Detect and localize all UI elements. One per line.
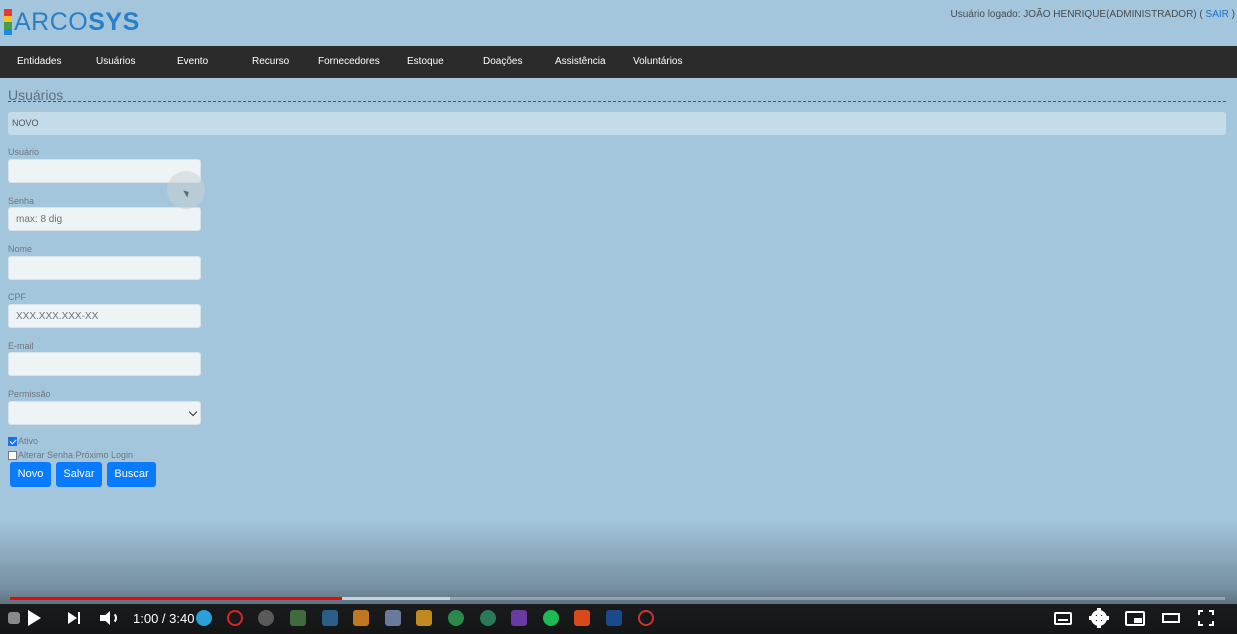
- senha-label: Senha: [8, 196, 35, 206]
- chrome-icon: [258, 610, 274, 626]
- salvar-button[interactable]: Salvar: [56, 462, 102, 487]
- cpf-input[interactable]: [8, 304, 201, 328]
- alterar-senha-label: Alterar Senha Próximo Login: [18, 450, 134, 460]
- nome-input[interactable]: [8, 256, 201, 280]
- ativo-label: Ativo: [18, 436, 39, 446]
- fullscreen-button[interactable]: [1196, 604, 1216, 632]
- ativo-checkbox-row[interactable]: Ativo: [8, 436, 38, 446]
- nav-item-usuarios[interactable]: Usuários: [96, 46, 135, 78]
- volume-icon: [99, 609, 119, 627]
- email-label: E-mail: [8, 341, 34, 351]
- logged-user-close: ): [1231, 9, 1235, 20]
- app-icon-6: [448, 610, 464, 626]
- gear-icon: [1089, 608, 1109, 628]
- nome-label: Nome: [8, 244, 33, 254]
- progress-played: [10, 597, 342, 600]
- form-mode-label: NOVO: [12, 118, 39, 128]
- senha-input[interactable]: [8, 207, 201, 231]
- theater-icon: [1162, 613, 1180, 623]
- nav-item-estoque[interactable]: Estoque: [407, 46, 444, 78]
- office-icon: [574, 610, 590, 626]
- nav-item-doacoes[interactable]: Doações: [483, 46, 522, 78]
- permissao-select[interactable]: [8, 401, 201, 425]
- nav-item-recurso[interactable]: Recurso: [252, 46, 289, 78]
- mute-button[interactable]: [97, 604, 121, 632]
- theater-mode-button[interactable]: [1160, 604, 1182, 632]
- miniplayer-icon: [1125, 610, 1145, 626]
- app-icon-5: [416, 610, 432, 626]
- captions-button[interactable]: [1052, 604, 1074, 632]
- logged-user-info: Usuário logado: JOÃO HENRIQUE(ADMINISTRA…: [950, 9, 1235, 20]
- next-button[interactable]: [64, 604, 84, 632]
- play-button[interactable]: [24, 604, 44, 632]
- chevron-down-icon: [188, 407, 198, 417]
- fullscreen-icon: [1198, 610, 1214, 626]
- miniplayer-button[interactable]: [1123, 604, 1147, 632]
- app-icon-7: [480, 610, 496, 626]
- title-divider: [8, 101, 1226, 102]
- alterar-senha-checkbox[interactable]: [8, 450, 17, 460]
- app-icon-3: [353, 610, 369, 626]
- spotify-icon: [543, 610, 559, 626]
- app-logo[interactable]: ARCO SYS: [4, 8, 140, 36]
- time-display: 1:00 / 3:40: [133, 611, 195, 626]
- windows-start-icon: [8, 612, 20, 624]
- captions-icon: [1054, 611, 1072, 625]
- app-icon-1: [290, 610, 306, 626]
- nav-item-entidades[interactable]: Entidades: [17, 46, 61, 78]
- logo-mark-icon: [4, 9, 12, 35]
- logged-user-label: Usuário logado: JOÃO HENRIQUE(ADMINISTRA…: [950, 9, 1203, 20]
- email-input[interactable]: [8, 352, 201, 376]
- alterar-senha-checkbox-row[interactable]: Alterar Senha Próximo Login: [8, 450, 133, 460]
- permissao-label: Permissão: [8, 389, 51, 399]
- nav-item-fornecedores[interactable]: Fornecedores: [318, 46, 380, 78]
- header: ARCO SYS Usuário logado: JOÃO HENRIQUE(AD…: [0, 0, 1237, 46]
- next-icon: [68, 612, 80, 624]
- usuario-label: Usuário: [8, 147, 40, 157]
- nav-item-assistencia[interactable]: Assistência: [555, 46, 606, 78]
- edge-browser-icon: [196, 610, 212, 626]
- record-icon: [638, 610, 654, 626]
- form-mode-bar: NOVO: [8, 112, 1226, 135]
- visual-studio-icon: [511, 610, 527, 626]
- app-icon-8: [606, 610, 622, 626]
- settings-button[interactable]: [1089, 604, 1109, 632]
- logo-text-suffix: SYS: [88, 8, 140, 36]
- ativo-checkbox[interactable]: [8, 436, 17, 446]
- logout-link[interactable]: SAIR: [1206, 9, 1229, 20]
- opera-icon: [227, 610, 243, 626]
- app-icon-4: [385, 610, 401, 626]
- logo-text-prefix: ARCO: [14, 8, 89, 36]
- nav-item-voluntarios[interactable]: Voluntários: [633, 46, 682, 78]
- play-icon: [27, 610, 41, 626]
- novo-button[interactable]: Novo: [10, 462, 51, 487]
- app-icon-2: [322, 610, 338, 626]
- video-progress-bar[interactable]: [10, 597, 1225, 600]
- nav-item-evento[interactable]: Evento: [177, 46, 208, 78]
- cpf-label: CPF: [8, 292, 26, 302]
- buscar-button[interactable]: Buscar: [107, 462, 156, 487]
- main-nav: Entidades Usuários Evento Recurso Fornec…: [0, 46, 1237, 78]
